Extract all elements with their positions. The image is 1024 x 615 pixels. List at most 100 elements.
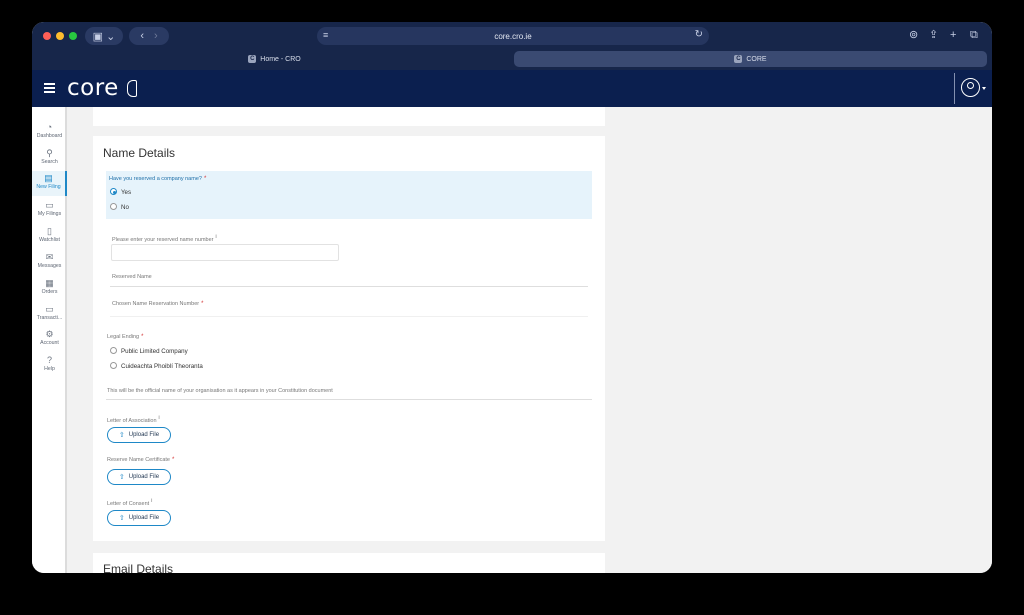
radio-no-label: No <box>121 204 129 211</box>
radio-cuideachta-label: Cuideachta Phoiblí Theoranta <box>121 363 203 370</box>
info-icon[interactable]: i <box>159 415 160 421</box>
sidebar-item-search[interactable]: ⚲ Search <box>32 148 67 173</box>
letter-of-association-label: Letter of Association i <box>107 415 160 424</box>
header-divider <box>954 73 955 104</box>
help-icon: ? <box>46 355 52 365</box>
reload-icon[interactable]: ↻ <box>695 29 703 40</box>
sidebar-toggle-icon: ▣ ⌄ <box>92 30 116 43</box>
info-icon[interactable]: i <box>216 234 217 240</box>
tab-label: Home - CRO <box>260 55 301 63</box>
required-mark: * <box>201 301 204 307</box>
hamburger-menu-icon[interactable] <box>44 83 55 93</box>
chosen-reservation-label: Chosen Name Reservation Number * <box>112 301 204 307</box>
reserved-number-input[interactable] <box>111 244 339 261</box>
radio-public-limited-company[interactable] <box>110 347 117 354</box>
close-window-button[interactable] <box>43 32 51 40</box>
sidebar-item-orders[interactable]: ▦ Orders <box>32 278 67 303</box>
sidebar-item-transactions[interactable]: ▭ Transacti... <box>32 304 67 329</box>
tab-overview-icon[interactable]: ⧉ <box>970 28 978 42</box>
info-icon[interactable]: i <box>151 498 152 504</box>
browser-titlebar: ▣ ⌄ ‹ › ≡ core.cro.ie ↻ ⊚ ⇪ + ⧉ C Home -… <box>32 22 992 70</box>
previous-section-card <box>93 107 605 126</box>
question-label: Have you reserved a company name? * <box>109 176 207 182</box>
dashboard-icon: ◔ <box>46 122 53 132</box>
new-filing-icon: ▤ <box>44 173 53 183</box>
share-icon[interactable]: ⇪ <box>929 28 938 42</box>
back-icon[interactable]: ‹ <box>140 30 144 42</box>
section-title: Name Details <box>103 146 176 160</box>
upload-icon: ⇧ <box>118 474 125 481</box>
sidebar-item-label: Messages <box>37 263 62 269</box>
watchlist-icon: ▯ <box>47 226 52 236</box>
section-title: Email Details <box>103 562 174 573</box>
maximize-window-button[interactable] <box>69 32 77 40</box>
sidebar-item-label: My Filings <box>37 211 62 217</box>
reserved-name-question: Have you reserved a company name? * Yes N… <box>106 171 592 219</box>
official-name-divider <box>106 399 592 400</box>
letter-of-consent-label: Letter of Consent i <box>107 498 153 507</box>
radio-no[interactable] <box>110 203 117 210</box>
url-text: core.cro.ie <box>494 31 532 41</box>
user-account-icon[interactable] <box>961 78 980 97</box>
tab-home-cro[interactable]: C Home - CRO <box>37 51 512 67</box>
sidebar-nav: ◔ Dashboard ⚲ Search ▤ New Filing ▭ My F… <box>32 107 67 573</box>
sidebar-item-help[interactable]: ? Help <box>32 355 67 380</box>
chevron-down-icon[interactable] <box>982 87 986 90</box>
core-logo[interactable]: core <box>67 75 119 101</box>
upload-button-label: Upload File <box>128 515 160 521</box>
page-settings-icon[interactable]: ≡ <box>323 30 328 40</box>
chosen-reservation-field[interactable] <box>110 316 588 317</box>
radio-plc-label: Public Limited Company <box>121 348 188 355</box>
address-bar[interactable]: ≡ core.cro.ie ↻ <box>317 27 709 45</box>
reserve-cert-label: Reserve Name Certificate * <box>107 457 175 463</box>
reserved-name-label: Reserved Name <box>112 274 152 280</box>
name-details-card: Name Details Have you reserved a company… <box>93 136 605 541</box>
wallet-icon: ▭ <box>45 304 54 314</box>
back-forward-group: ‹ › <box>129 27 169 45</box>
upload-letter-of-consent-button[interactable]: ⇧ Upload File <box>107 510 171 526</box>
minimize-window-button[interactable] <box>56 32 64 40</box>
app-header: core <box>32 70 992 107</box>
official-name-note: This will be the official name of your o… <box>107 388 333 394</box>
email-details-card: Email Details <box>93 553 605 573</box>
cro-favicon-icon: C <box>248 55 257 63</box>
sidebar-item-label: Dashboard <box>36 133 63 139</box>
sidebar-item-label: Help <box>44 366 55 372</box>
radio-cuideachta[interactable] <box>110 362 117 369</box>
sidebar-item-new-filing[interactable]: ▤ New Filing <box>32 171 67 196</box>
reserved-number-label: Please enter your reserved name number i <box>112 234 217 243</box>
sidebar-item-label: Watchlist <box>39 237 60 243</box>
sidebar-item-watchlist[interactable]: ▯ Watchlist <box>32 226 67 251</box>
required-mark: * <box>171 457 175 463</box>
upload-icon: ⇧ <box>118 432 125 439</box>
upload-reserve-cert-button[interactable]: ⇧ Upload File <box>107 469 171 485</box>
sidebar-item-messages[interactable]: ✉ Messages <box>32 252 67 277</box>
gear-icon: ⚙ <box>45 329 54 339</box>
forward-icon[interactable]: › <box>154 30 158 42</box>
new-tab-icon[interactable]: + <box>950 28 956 42</box>
sidebar-item-label: Transacti... <box>36 315 63 321</box>
sidebar-item-account[interactable]: ⚙ Account <box>32 329 67 354</box>
sidebar-item-dashboard[interactable]: ◔ Dashboard <box>32 122 67 147</box>
folder-icon: ▭ <box>45 200 54 210</box>
upload-letter-of-association-button[interactable]: ⇧ Upload File <box>107 427 171 443</box>
browser-window: ▣ ⌄ ‹ › ≡ core.cro.ie ↻ ⊚ ⇪ + ⧉ C Home -… <box>32 22 992 573</box>
core-favicon-icon: C <box>734 55 743 63</box>
upload-icon: ⇧ <box>118 515 125 522</box>
required-mark: * <box>141 334 144 340</box>
harp-logo-icon <box>127 80 137 97</box>
main-content: Name Details Have you reserved a company… <box>69 107 992 573</box>
sidebar-toggle-button[interactable]: ▣ ⌄ <box>85 27 123 45</box>
downloads-icon[interactable]: ⊚ <box>909 28 918 42</box>
upload-button-label: Upload File <box>128 432 160 438</box>
tab-label: CORE <box>746 55 767 63</box>
radio-yes[interactable] <box>110 188 117 195</box>
reserved-name-field[interactable] <box>110 286 588 287</box>
sidebar-item-label: New Filing <box>36 184 61 190</box>
orders-icon: ▦ <box>45 278 54 288</box>
sidebar-item-my-filings[interactable]: ▭ My Filings <box>32 200 67 225</box>
tab-core[interactable]: C CORE <box>514 51 987 67</box>
search-icon: ⚲ <box>46 148 53 158</box>
sidebar-item-label: Orders <box>41 289 58 295</box>
upload-button-label: Upload File <box>128 474 160 480</box>
